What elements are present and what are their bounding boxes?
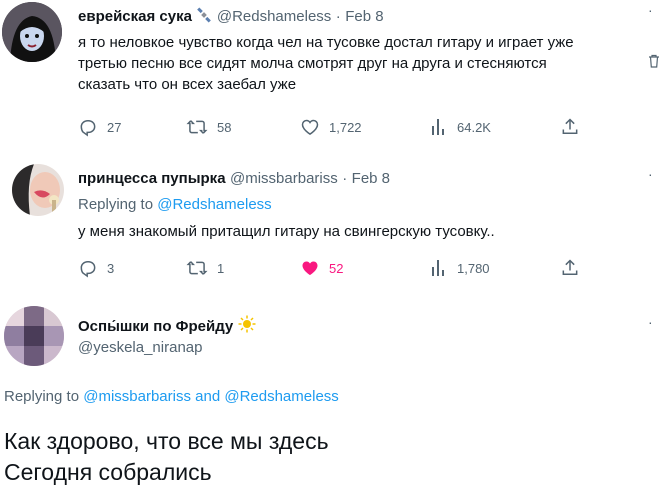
reply-count: 27 — [107, 119, 122, 135]
handle[interactable]: @yeskela_niranap — [78, 339, 202, 356]
retweet-icon — [186, 261, 208, 275]
tweet-text-line: Сегодня собрались — [4, 459, 212, 485]
tweet-text-line: третью песню все сидят молча смотрят дру… — [78, 55, 547, 72]
like-button[interactable]: 52 — [300, 258, 343, 278]
reply-button[interactable]: 3 — [78, 258, 114, 278]
views-count: 64.2K — [457, 119, 491, 135]
tweet-date[interactable]: Feb 8 — [345, 8, 383, 25]
more-options-icon[interactable]: · — [648, 166, 653, 182]
replying-to-handle[interactable]: @missbarbariss — [83, 388, 191, 405]
satellite-emoji-icon — [196, 7, 212, 28]
retweet-icon — [186, 120, 208, 134]
share-button[interactable] — [560, 258, 580, 278]
tweet-text-line: сказать что он всех заебал уже — [78, 76, 297, 93]
reply-icon — [80, 261, 96, 278]
avatar[interactable] — [12, 164, 64, 216]
like-button[interactable]: 1,722 — [300, 117, 362, 137]
tweet-text-line: я то неловкое чувство когда чел на тусов… — [78, 34, 574, 51]
replying-to: Replying to @missbarbariss and @Redshame… — [4, 388, 339, 405]
display-name[interactable]: принцесса пупырка — [78, 170, 226, 187]
replying-to-label: Replying to — [78, 196, 154, 213]
tweet-header: еврейская сука @Redshameless · Feb 8 — [78, 7, 384, 28]
tweet-text: Как здорово, что все мы здесь Сегодня со… — [4, 426, 329, 488]
tweet-date[interactable]: Feb 8 — [352, 170, 390, 187]
replying-to-label: Replying to — [4, 388, 80, 405]
views-button[interactable]: 64.2K — [430, 117, 491, 137]
tweet-header: принцесса пупырка @missbarbariss · Feb 8 — [78, 170, 390, 188]
more-options-icon[interactable]: · — [648, 2, 653, 18]
avatar[interactable] — [2, 2, 62, 62]
handle[interactable]: @Redshameless — [217, 8, 331, 25]
tweet-text: у меня знакомый притащил гитару на свинг… — [78, 223, 495, 240]
tweet-text-line: Как здорово, что все мы здесь — [4, 428, 329, 454]
share-button[interactable] — [560, 117, 580, 137]
heart-filled-icon — [302, 261, 318, 276]
tweet-header: Оспы́шки по Фрейду — [78, 315, 256, 338]
trash-icon[interactable] — [648, 54, 660, 73]
like-count: 1,722 — [329, 119, 362, 135]
retweet-button[interactable]: 58 — [186, 117, 231, 137]
display-name[interactable]: еврейская сука — [78, 8, 192, 25]
handle[interactable]: @missbarbariss — [230, 170, 338, 187]
separator: · — [335, 8, 341, 25]
views-icon — [432, 260, 444, 276]
views-icon — [432, 119, 444, 135]
heart-icon — [301, 119, 319, 135]
retweet-count: 1 — [217, 260, 225, 276]
reply-icon — [80, 120, 96, 137]
separator: · — [342, 170, 348, 187]
replying-to: Replying to @Redshameless — [78, 196, 272, 213]
retweet-count: 58 — [217, 119, 232, 135]
tweet-text: я то неловкое чувство когда чел на тусов… — [78, 32, 574, 95]
replying-to-handle[interactable]: @Redshameless — [224, 388, 338, 405]
more-options-icon[interactable]: · — [648, 314, 653, 330]
views-count: 1,780 — [457, 260, 490, 276]
reply-count: 3 — [107, 260, 115, 276]
share-icon — [562, 118, 578, 134]
avatar[interactable] — [4, 306, 64, 366]
views-button[interactable]: 1,780 — [430, 258, 490, 278]
sun-emoji-icon — [238, 315, 256, 338]
display-name[interactable]: Оспы́шки по Фрейду — [78, 318, 233, 335]
like-count: 52 — [329, 260, 344, 276]
replying-to-and: and — [195, 388, 221, 405]
share-icon — [562, 259, 578, 275]
reply-button[interactable]: 27 — [78, 117, 121, 137]
retweet-button[interactable]: 1 — [186, 258, 224, 278]
replying-to-handle[interactable]: @Redshameless — [157, 196, 271, 213]
